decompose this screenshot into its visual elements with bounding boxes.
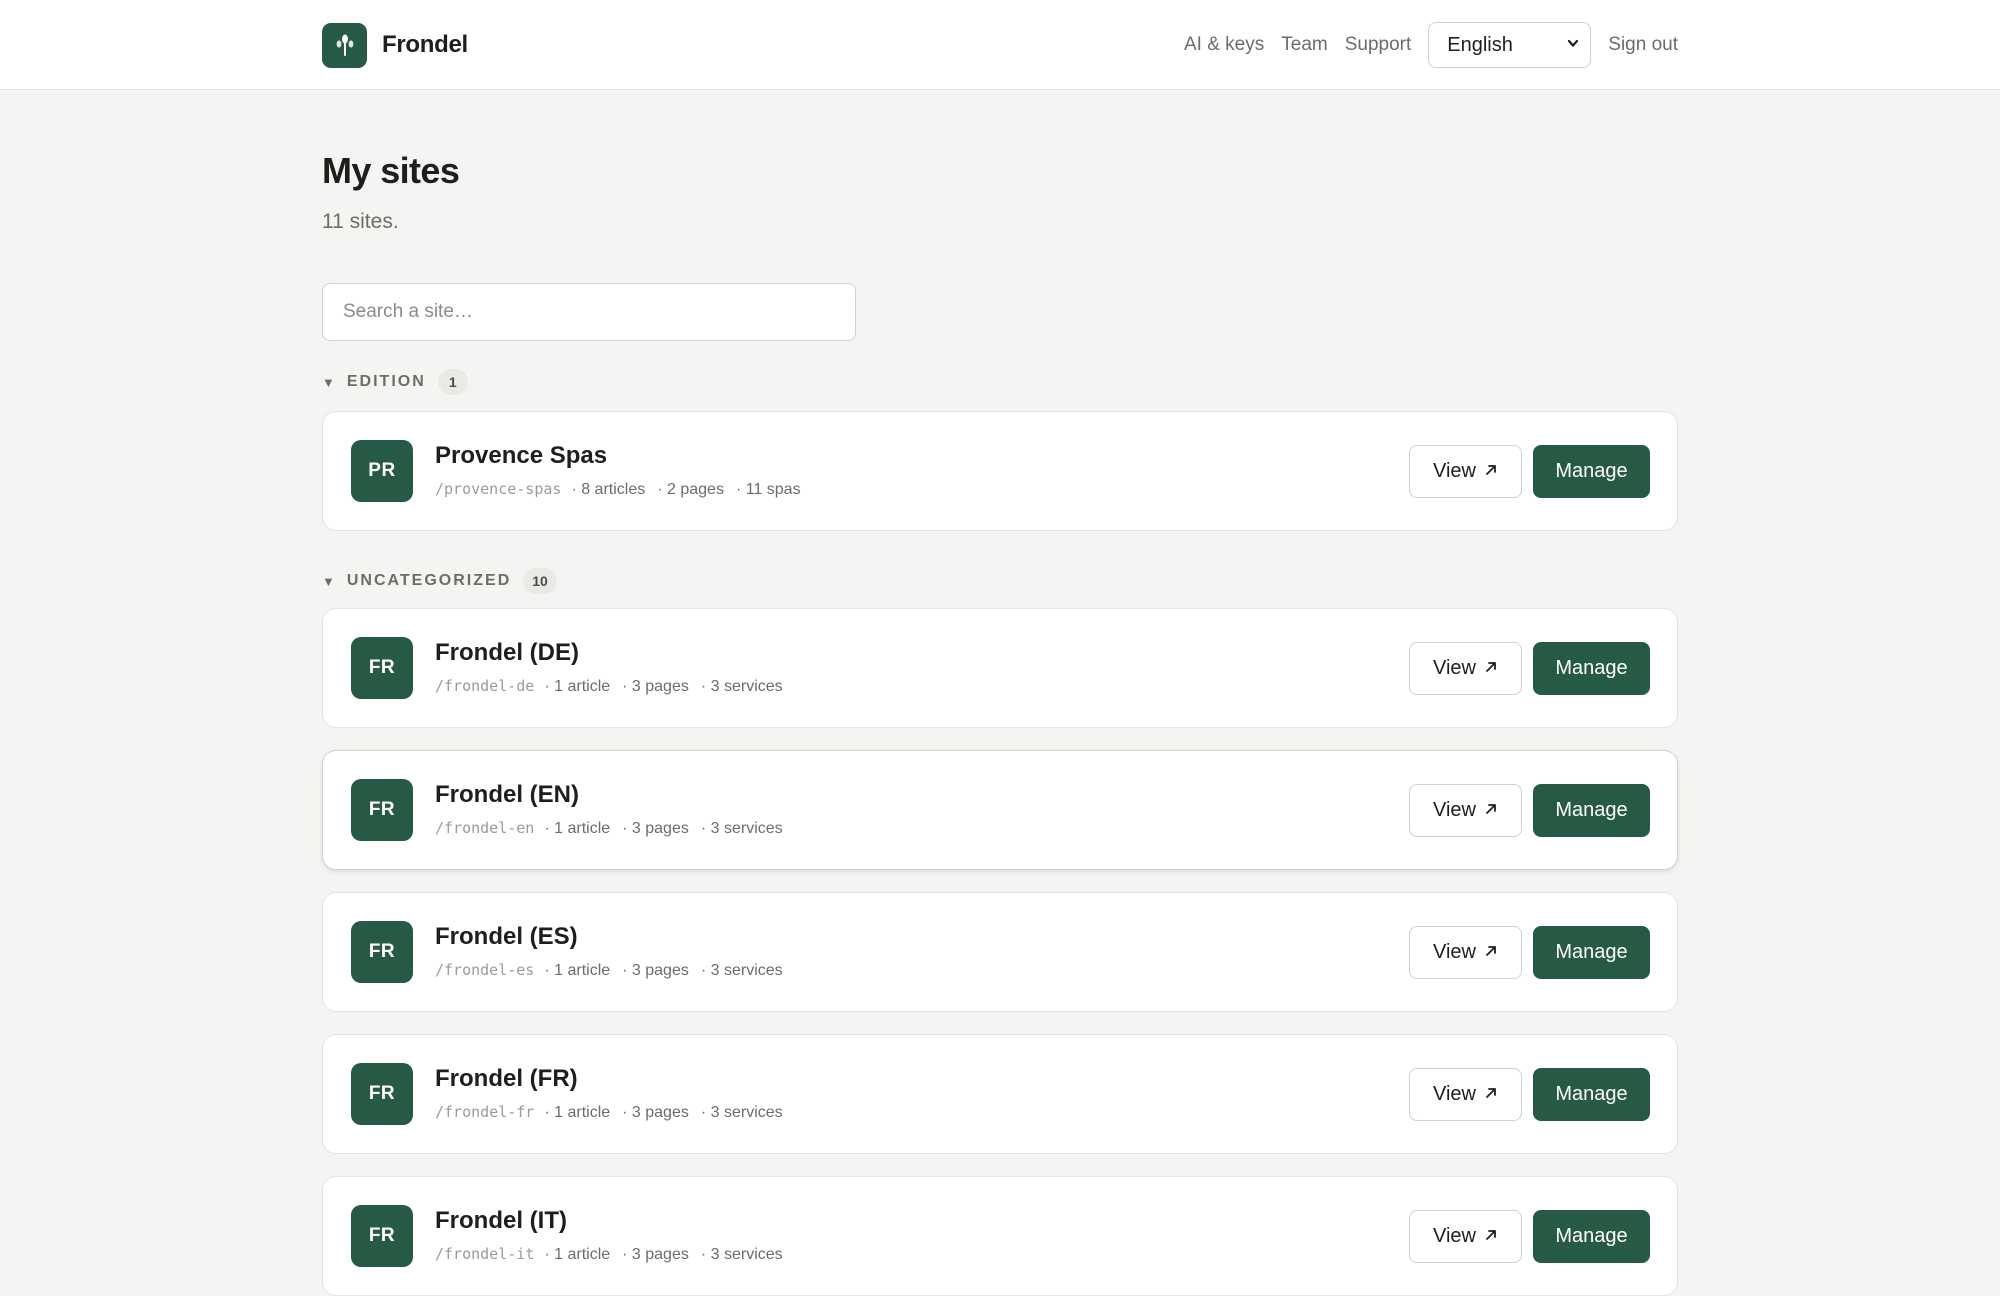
view-button[interactable]: View	[1409, 926, 1522, 979]
view-button-label: View	[1433, 799, 1476, 821]
site-card: FR Frondel (ES) /frondel-es · 1 article · 3 …	[322, 892, 1678, 1012]
site-name: Frondel (FR)	[435, 1065, 578, 1092]
site-avatar: FR	[351, 779, 413, 841]
site-slug: /frondel-es	[435, 961, 535, 979]
site-stat: · 3 pages	[622, 678, 689, 695]
site-stat: · 3 services	[700, 678, 783, 695]
search-input[interactable]	[322, 283, 856, 341]
view-button-label: View	[1433, 460, 1476, 482]
site-stat: · 3 services	[700, 820, 783, 837]
manage-button[interactable]: Manage	[1533, 784, 1650, 837]
group-count-badge: 1	[437, 369, 468, 395]
view-button-label: View	[1433, 941, 1476, 963]
view-button-label: View	[1433, 1083, 1476, 1105]
site-count: 11 sites.	[322, 210, 399, 233]
arrow-up-right-icon	[1484, 1083, 1498, 1106]
site-avatar: FR	[351, 1205, 413, 1267]
site-card: FR Frondel (DE) /frondel-de · 1 article · 3 …	[322, 608, 1678, 728]
site-avatar: FR	[351, 1063, 413, 1125]
site-name: Frondel (ES)	[435, 923, 578, 950]
site-stat: · 1 article	[544, 962, 611, 979]
site-avatar: PR	[351, 440, 413, 502]
site-stat: · 1 article	[544, 678, 611, 695]
site-stat: · 3 pages	[622, 962, 689, 979]
sprout-icon	[322, 22, 367, 68]
manage-button[interactable]: Manage	[1533, 926, 1650, 979]
site-meta: /frondel-en · 1 article · 3 pages · 3 servi…	[435, 819, 795, 838]
view-button[interactable]: View	[1409, 1210, 1522, 1263]
site-card: FR Frondel (EN) /frondel-en · 1 article · 3 …	[322, 750, 1678, 870]
site-stat: · 1 article	[544, 1104, 611, 1121]
site-avatar: FR	[351, 921, 413, 983]
site-name: Frondel (EN)	[435, 781, 579, 808]
site-stat: · 11 spas	[735, 481, 801, 498]
nav-support[interactable]: Support	[1345, 34, 1412, 56]
chevron-down-icon	[1566, 36, 1580, 55]
language-select-value: English	[1447, 33, 1513, 56]
site-stat: · 3 services	[700, 962, 783, 979]
site-name: Frondel (DE)	[435, 639, 579, 666]
view-button-label: View	[1433, 1225, 1476, 1247]
site-card: PR Provence Spas/provence-spas · 8 article…	[322, 411, 1678, 531]
group-label: EDITION	[346, 373, 426, 390]
site-card: FR Frondel (IT) /frondel-it · 1 article · 3 …	[322, 1176, 1678, 1296]
site-name: Provence Spas	[435, 442, 608, 469]
site-meta: /frondel-de · 1 article · 3 pages · 3 servi…	[435, 677, 795, 696]
view-button[interactable]: View	[1409, 445, 1522, 498]
arrow-up-right-icon	[1484, 657, 1498, 680]
caret-down-icon: ▼	[322, 573, 335, 589]
site-stat: · 3 pages	[622, 820, 689, 837]
site-slug: /frondel-fr	[435, 1103, 535, 1121]
site-meta: /provence-spas · 8 articles · 2 pages · 11 …	[435, 480, 813, 499]
manage-button[interactable]: Manage	[1533, 642, 1650, 695]
site-stat: · 3 pages	[622, 1104, 689, 1121]
site-stat: · 3 services	[700, 1104, 783, 1121]
site-slug: /frondel-it	[435, 1245, 535, 1263]
view-button[interactable]: View	[1409, 642, 1522, 695]
view-button[interactable]: View	[1409, 1068, 1522, 1121]
group-label: UNCATEGORIZED	[346, 572, 512, 589]
arrow-up-right-icon	[1484, 941, 1498, 964]
arrow-up-right-icon	[1484, 799, 1498, 822]
site-stat: · 8 articles	[571, 481, 646, 498]
site-meta: /frondel-it · 1 article · 3 pages · 3 servi…	[435, 1245, 795, 1264]
site-stat: · 3 services	[700, 1246, 783, 1263]
nav-team[interactable]: Team	[1281, 34, 1327, 56]
manage-button[interactable]: Manage	[1533, 1210, 1650, 1263]
group-header[interactable]: ▼ EDITION 1	[322, 368, 468, 396]
arrow-up-right-icon	[1484, 1225, 1498, 1248]
group-header[interactable]: ▼ UNCATEGORIZED 10	[322, 567, 557, 595]
manage-button[interactable]: Manage	[1533, 445, 1650, 498]
manage-button[interactable]: Manage	[1533, 1068, 1650, 1121]
site-meta: /frondel-fr · 1 article · 3 pages · 3 servi…	[435, 1103, 795, 1122]
top-bar: Frondel AI & keys Team Support English S…	[0, 0, 2000, 90]
site-slug: /provence-spas	[435, 480, 562, 498]
site-slug: /frondel-en	[435, 819, 535, 837]
site-slug: /frondel-de	[435, 677, 535, 695]
site-avatar: FR	[351, 637, 413, 699]
brand[interactable]: Frondel	[322, 22, 468, 68]
top-nav: AI & keys Team Support English Sign out	[1184, 22, 1678, 68]
site-card: FR Frondel (FR) /frondel-fr · 1 article · 3 …	[322, 1034, 1678, 1154]
site-stat: · 1 article	[544, 820, 611, 837]
site-stat: · 3 pages	[622, 1246, 689, 1263]
view-button[interactable]: View	[1409, 784, 1522, 837]
site-stat: · 2 pages	[657, 481, 724, 498]
view-button-label: View	[1433, 657, 1476, 679]
app-name: Frondel	[382, 31, 468, 58]
page-title: My sites	[322, 150, 460, 191]
arrow-up-right-icon	[1484, 460, 1498, 483]
language-select[interactable]: English	[1428, 22, 1592, 68]
nav-ai-keys[interactable]: AI & keys	[1184, 34, 1264, 56]
site-meta: /frondel-es · 1 article · 3 pages · 3 servi…	[435, 961, 795, 980]
caret-down-icon: ▼	[322, 374, 335, 390]
group-count-badge: 10	[523, 568, 557, 594]
site-stat: · 1 article	[544, 1246, 611, 1263]
site-name: Frondel (IT)	[435, 1207, 567, 1234]
nav-sign-out[interactable]: Sign out	[1608, 34, 1678, 56]
